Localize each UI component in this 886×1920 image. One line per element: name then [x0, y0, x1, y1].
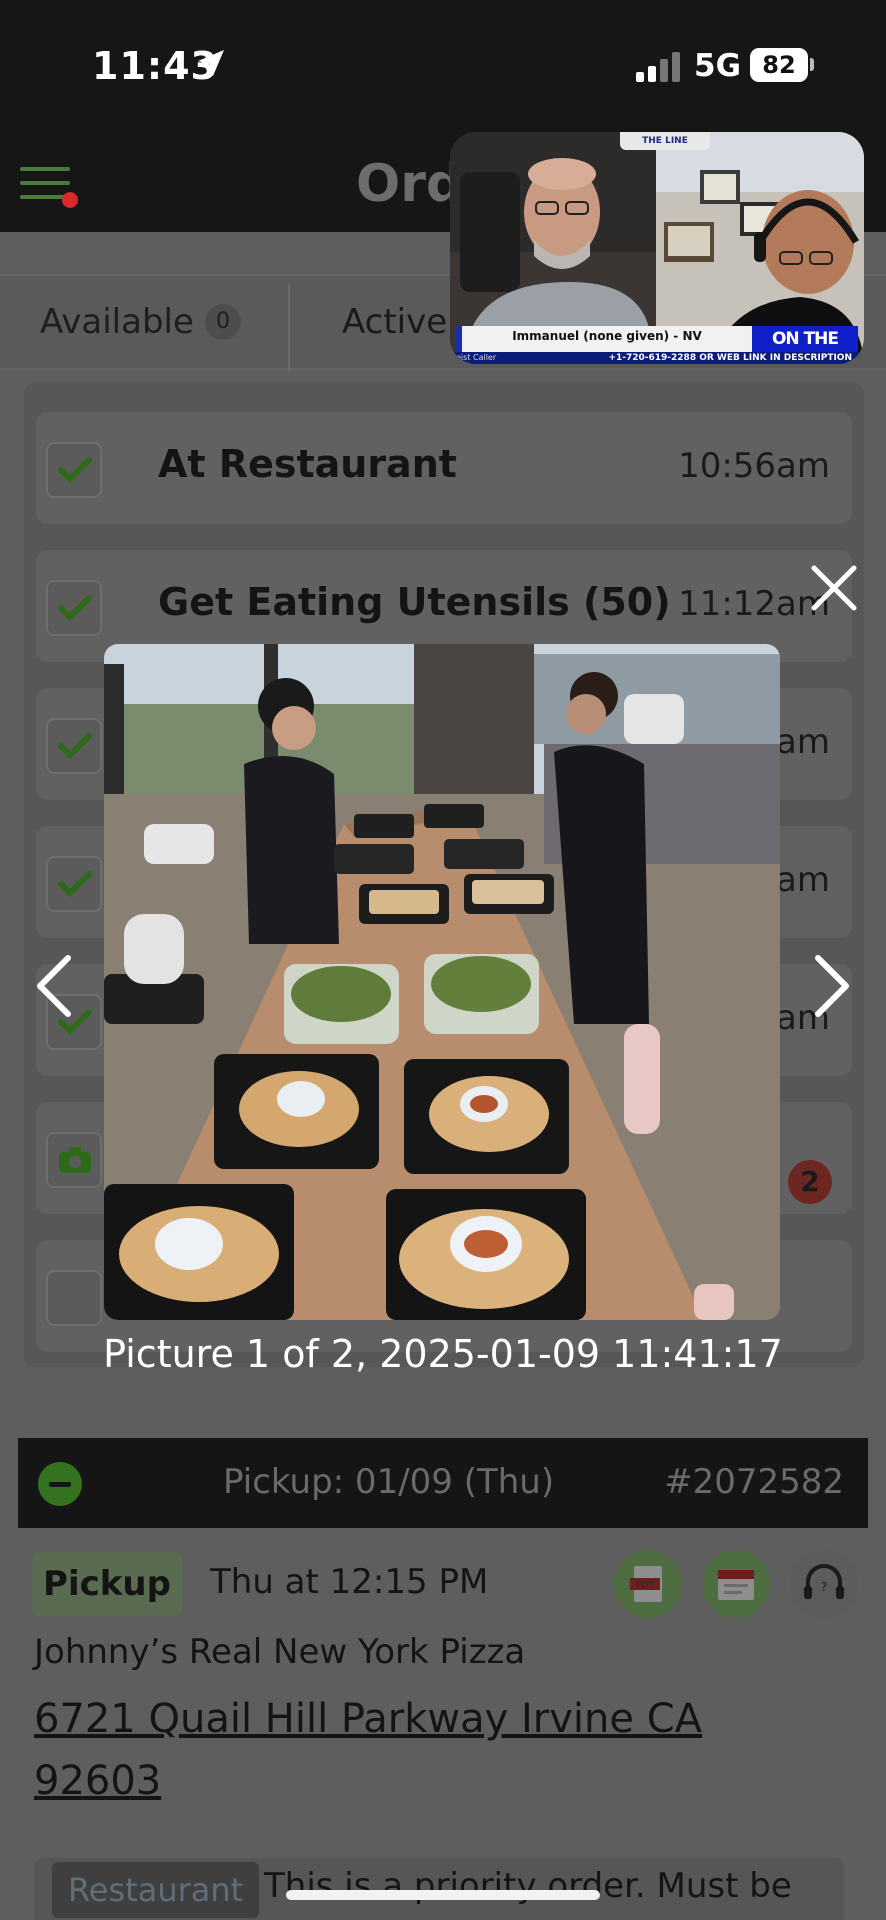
checkmark-icon — [58, 457, 92, 484]
ticker-right: +1-720-619-2288 OR WEB LINK IN DESCRIPTI… — [608, 353, 852, 363]
note-text: This is a priority order. Must be — [264, 1866, 792, 1906]
previous-photo-icon[interactable] — [30, 952, 78, 1020]
svg-text:?: ? — [821, 1580, 827, 1594]
order-number: #2072582 — [664, 1462, 844, 1502]
checkmark-icon — [58, 595, 92, 622]
photo-caption: Picture 1 of 2, 2025-01-09 11:41:17 — [103, 1332, 783, 1376]
ticker-left: eist Caller — [456, 353, 497, 362]
available-count-badge: 0 — [205, 304, 241, 340]
close-icon[interactable] — [806, 560, 862, 616]
order-summary-bar[interactable]: Pickup: 01/09 (Thu) #2072582 — [18, 1438, 868, 1528]
battery-nub — [810, 58, 814, 71]
tab-divider — [288, 284, 290, 372]
address-link[interactable]: 6721 Quail Hill Parkway Irvine CA 92603 — [34, 1688, 754, 1812]
checkmark-icon — [58, 871, 92, 898]
camera-button[interactable] — [46, 1132, 102, 1188]
collapse-icon[interactable] — [38, 1462, 82, 1506]
step-time: 10:56am — [678, 446, 830, 486]
calendar-button[interactable] — [702, 1550, 770, 1618]
calendar-icon — [718, 1570, 754, 1600]
restaurant-note: Restaurant This is a priority order. Mus… — [34, 1858, 844, 1920]
step-time: am — [776, 860, 830, 900]
network-type: 5G — [694, 48, 742, 84]
pickup-date: Pickup: 01/09 (Thu) — [223, 1462, 555, 1502]
notification-dot — [62, 192, 78, 208]
channel-logo: THE LINE — [620, 132, 710, 150]
pdf-icon: PDF — [630, 1566, 662, 1602]
next-photo-icon[interactable] — [808, 952, 856, 1020]
location-arrow-icon — [198, 50, 224, 76]
order-type-badge: Pickup — [32, 1552, 182, 1616]
step-checkbox[interactable] — [46, 580, 102, 636]
step-label: Get Eating Utensils (50) — [158, 580, 671, 624]
tab-available[interactable]: Available — [40, 302, 194, 342]
step-label: At Restaurant — [158, 442, 457, 486]
order-details: Pickup Thu at 12:15 PM PDF ? Johnny’s Re… — [0, 1528, 886, 1920]
step-checkbox[interactable] — [46, 856, 102, 912]
home-indicator[interactable] — [286, 1890, 600, 1900]
step-checkbox[interactable] — [46, 718, 102, 774]
headset-icon: ? — [804, 1564, 844, 1599]
battery-icon: 82 — [750, 48, 808, 82]
note-tag: Restaurant — [52, 1862, 260, 1918]
step-row[interactable]: At Restaurant 10:56am — [36, 412, 852, 524]
pdf-button[interactable]: PDF — [614, 1550, 682, 1618]
step-checkbox[interactable] — [46, 442, 102, 498]
pickup-time: Thu at 12:15 PM — [210, 1562, 489, 1602]
page-title: Ord — [356, 154, 464, 214]
step-checkbox[interactable] — [46, 1270, 102, 1326]
show-brand: ON THE LINE — [752, 326, 858, 364]
tab-active[interactable]: Active — [342, 302, 447, 342]
camera-icon — [59, 1147, 91, 1173]
cellular-signal-icon — [636, 52, 680, 82]
order-photo[interactable] — [104, 644, 780, 1320]
pip-video[interactable]: THE LINE Immanuel (none given) - NV ON T… — [450, 132, 864, 364]
checkmark-icon — [58, 733, 92, 760]
restaurant-name: Johnny’s Real New York Pizza — [34, 1632, 526, 1672]
status-bar: 11:43 5G 82 — [0, 0, 886, 132]
caller-name: Immanuel (none given) - NV — [512, 329, 702, 343]
svg-text:PDF: PDF — [636, 1581, 654, 1591]
catering-table-photo — [104, 644, 780, 1320]
ticker-bar: eist Caller +1-720-619-2288 OR WEB LINK … — [450, 352, 864, 364]
photo-count-badge: 2 — [788, 1160, 832, 1204]
support-button[interactable]: ? — [790, 1550, 858, 1618]
caller-lower-third: Immanuel (none given) - NV — [456, 326, 752, 352]
